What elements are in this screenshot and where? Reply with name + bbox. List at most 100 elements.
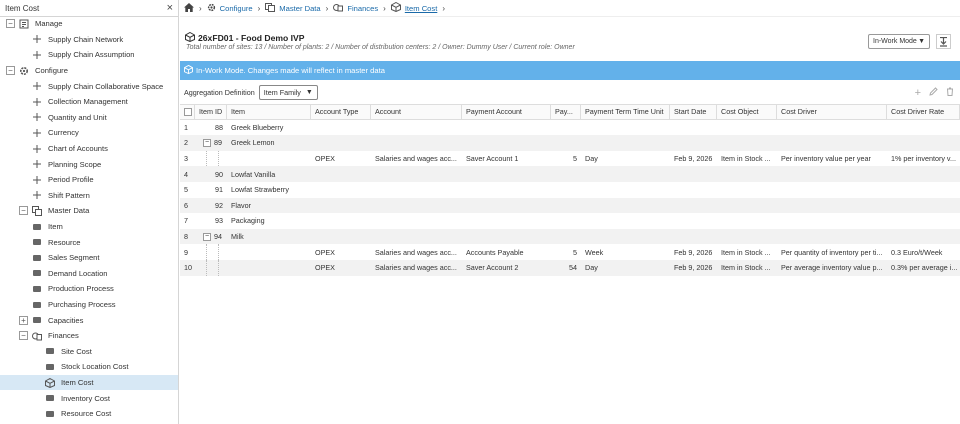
table-row[interactable]: 9 OPEX Salaries and wages acc... Accounts P… (180, 244, 960, 260)
table-row[interactable]: 2 −89 Greek Lemon (180, 135, 960, 151)
column-header-ptu[interactable]: Payment Term Time Unit (581, 105, 670, 119)
add-icon[interactable]: + (915, 87, 921, 99)
column-header-at[interactable]: Account Type (311, 105, 371, 119)
sidebar-item-manage[interactable]: − Manage (0, 16, 178, 32)
segment-icon (32, 253, 42, 263)
column-header-cdr[interactable]: Cost Driver Rate (887, 105, 960, 119)
column-header-pay[interactable]: Pay... (551, 105, 581, 119)
at-cell (311, 135, 371, 151)
item-cell (227, 260, 311, 276)
cd-cell (777, 229, 887, 245)
column-header-sd[interactable]: Start Date (670, 105, 717, 119)
row-number: 2 (184, 138, 188, 148)
sidebar-item-capacities[interactable]: + Capacities (0, 312, 178, 328)
sd-cell: Feb 9, 2026 (674, 154, 713, 164)
sd-cell (670, 229, 717, 245)
sidebar-item-demand-location[interactable]: Demand Location (0, 266, 178, 282)
sidebar-item-collection-management[interactable]: Collection Management (0, 94, 178, 110)
cd-cell (777, 182, 887, 198)
sidebar-item-configure[interactable]: − Configure (0, 63, 178, 79)
breadcrumb-master-data[interactable]: Master Data (279, 4, 320, 13)
breadcrumb: › Configure › Master Data › Finances › I… (180, 0, 960, 17)
sidebar-item-item[interactable]: Item (0, 219, 178, 235)
acc-cell (371, 120, 462, 136)
close-icon[interactable]: × (167, 2, 173, 14)
sd-cell (670, 120, 717, 136)
collapse-icon[interactable]: − (203, 138, 211, 147)
breadcrumb-item-cost[interactable]: Item Cost (405, 4, 438, 13)
sidebar-item-item-cost[interactable]: Item Cost (0, 374, 178, 391)
column-header-co[interactable]: Cost Object (717, 105, 777, 119)
sidebar-item-label: Item (48, 222, 63, 232)
collapse-icon[interactable]: − (203, 232, 211, 241)
breadcrumb-configure[interactable]: Configure (220, 4, 253, 13)
sidebar-item-resource-cost[interactable]: Resource Cost (0, 406, 178, 422)
collapse-icon[interactable]: − (6, 66, 15, 76)
sidebar-item-label: Configure (35, 66, 68, 76)
sidebar-item-quantity-and-unit[interactable]: Quantity and Unit (0, 110, 178, 126)
sidebar-item-production-process[interactable]: Production Process (0, 281, 178, 297)
sidebar-item-site-cost[interactable]: Site Cost (0, 344, 178, 360)
edit-icon[interactable] (929, 87, 938, 99)
sidebar-item-supply-chain-assumption[interactable]: Supply Chain Assumption (0, 47, 178, 63)
delete-icon[interactable] (946, 87, 954, 99)
sidebar-item-inventory-cost[interactable]: Inventory Cost (0, 390, 178, 406)
expand-icon[interactable]: + (19, 315, 28, 325)
cdr-cell: 0.3% per average i... (891, 263, 958, 273)
table-row[interactable]: 3 OPEX Salaries and wages acc... Saver Acco… (180, 150, 960, 167)
acc-cell (371, 166, 462, 182)
item-cost-icon (185, 31, 195, 44)
mode-label: In-Work Mode (873, 38, 917, 45)
acc-cell (371, 182, 462, 198)
select-all-checkbox[interactable] (180, 105, 195, 119)
sidebar-item-resource[interactable]: Resource (0, 234, 178, 250)
accounts-icon (32, 144, 42, 154)
collapse-icon[interactable]: − (19, 331, 28, 341)
column-header-cd[interactable]: Cost Driver (777, 105, 887, 119)
column-header-acc[interactable]: Account (371, 105, 462, 119)
table-row[interactable]: 5 91 Lowfat Strawberry (180, 182, 960, 198)
sd-cell (670, 182, 717, 198)
sidebar-item-shift-pattern[interactable]: Shift Pattern (0, 188, 178, 204)
sidebar-item-purchasing-process[interactable]: Purchasing Process (0, 297, 178, 313)
table-row[interactable]: 6 92 Flavor (180, 197, 960, 214)
sidebar-item-finances[interactable]: − Finances (0, 328, 178, 344)
item-id-cell: −89 (195, 135, 227, 151)
ptu-cell: Day (585, 263, 598, 273)
sidebar-item-chart-of-accounts[interactable]: Chart of Accounts (0, 141, 178, 157)
column-header-pa[interactable]: Payment Account (462, 105, 551, 119)
sidebar-item-supply-chain-network[interactable]: Supply Chain Network (0, 32, 178, 48)
aggregation-select[interactable]: Item Family ▼ (258, 84, 318, 100)
table-row[interactable]: 7 93 Packaging (180, 213, 960, 229)
at-cell (311, 213, 371, 229)
banner-text: In-Work Mode. Changes made will reflect … (196, 66, 385, 75)
table-row[interactable]: 4 90 Lowfat Vanilla (180, 166, 960, 182)
collapse-icon[interactable]: − (6, 19, 15, 29)
breadcrumb-finances[interactable]: Finances (347, 4, 378, 13)
tree-guide-line (218, 150, 219, 167)
scope-icon (32, 159, 42, 169)
table-row[interactable]: 10 OPEX Salaries and wages acc... Saver Acc… (180, 260, 960, 276)
sidebar-item-supply-chain-collaborative-space[interactable]: Supply Chain Collaborative Space (0, 78, 178, 94)
main-panel: › Configure › Master Data › Finances › I… (180, 0, 960, 424)
page-subtitle: Total number of sites: 13 / Number of pl… (186, 44, 575, 51)
mode-dropdown[interactable]: In-Work Mode ▼ (868, 34, 930, 49)
column-header-id[interactable]: Item ID (195, 105, 227, 119)
column-header-item[interactable]: Item (227, 105, 311, 119)
download-icon[interactable] (936, 34, 951, 49)
sidebar-item-label: Manage (35, 19, 63, 29)
sidebar-item-currency[interactable]: Currency (0, 125, 178, 141)
table-row[interactable]: 8 −94 Milk (180, 228, 960, 245)
table-row[interactable]: 1 88 Greek Blueberry (180, 120, 960, 136)
pa-cell (462, 166, 551, 182)
sidebar-item-stock-location-cost[interactable]: Stock Location Cost (0, 359, 178, 375)
sidebar-item-planning-scope[interactable]: Planning Scope (0, 156, 178, 172)
sidebar-item-label: Resource (48, 237, 81, 247)
home-icon[interactable] (184, 2, 194, 14)
collapse-icon[interactable]: − (19, 206, 28, 216)
sd-cell: Feb 9, 2026 (674, 247, 713, 257)
row-number: 1 (184, 122, 188, 132)
sidebar-item-sales-segment[interactable]: Sales Segment (0, 250, 178, 266)
sidebar-item-period-profile[interactable]: Period Profile (0, 172, 178, 188)
sidebar-item-master-data[interactable]: − Master Data (0, 203, 178, 219)
